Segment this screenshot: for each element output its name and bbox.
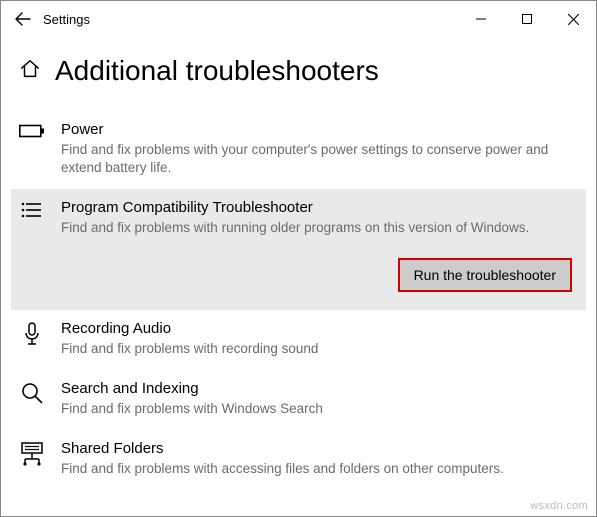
search-icon	[19, 380, 45, 404]
troubleshooter-desc: Find and fix problems with running older…	[61, 219, 578, 237]
troubleshooter-desc: Find and fix problems with your computer…	[61, 141, 578, 177]
troubleshooter-title: Search and Indexing	[61, 380, 578, 397]
troubleshooter-recording-audio[interactable]: Recording Audio Find and fix problems wi…	[11, 310, 586, 370]
window-title: Settings	[43, 12, 458, 27]
titlebar: Settings	[1, 1, 596, 37]
troubleshooter-desc: Find and fix problems with Windows Searc…	[61, 400, 578, 418]
troubleshooter-title: Shared Folders	[61, 440, 578, 457]
troubleshooter-title: Program Compatibility Troubleshooter	[61, 199, 578, 216]
close-button[interactable]	[550, 3, 596, 35]
close-icon	[568, 14, 579, 25]
home-icon	[19, 58, 41, 85]
watermark: wsxdn.com	[530, 500, 588, 512]
page-heading-row: Additional troubleshooters	[19, 55, 578, 87]
back-button[interactable]	[9, 5, 37, 33]
maximize-button[interactable]	[504, 3, 550, 35]
arrow-left-icon	[15, 11, 31, 27]
troubleshooter-title: Power	[61, 121, 578, 138]
microphone-icon	[19, 320, 45, 348]
troubleshooter-power[interactable]: Power Find and fix problems with your co…	[11, 111, 586, 189]
minimize-icon	[476, 14, 486, 24]
troubleshooter-shared-folders[interactable]: Shared Folders Find and fix problems wit…	[11, 430, 586, 490]
shared-folder-icon	[19, 440, 45, 466]
window-controls	[458, 3, 596, 35]
troubleshooter-search-indexing[interactable]: Search and Indexing Find and fix problem…	[11, 370, 586, 430]
content-area: Additional troubleshooters Power Find an…	[1, 55, 596, 490]
troubleshooter-desc: Find and fix problems with recording sou…	[61, 340, 578, 358]
troubleshooter-program-compatibility[interactable]: Program Compatibility Troubleshooter Fin…	[11, 189, 586, 309]
page-title: Additional troubleshooters	[55, 55, 379, 87]
list-icon	[19, 199, 45, 219]
troubleshooter-desc: Find and fix problems with accessing fil…	[61, 460, 578, 478]
troubleshooter-title: Recording Audio	[61, 320, 578, 337]
minimize-button[interactable]	[458, 3, 504, 35]
run-troubleshooter-button[interactable]: Run the troubleshooter	[398, 258, 572, 292]
maximize-icon	[522, 14, 532, 24]
battery-icon	[19, 121, 45, 139]
